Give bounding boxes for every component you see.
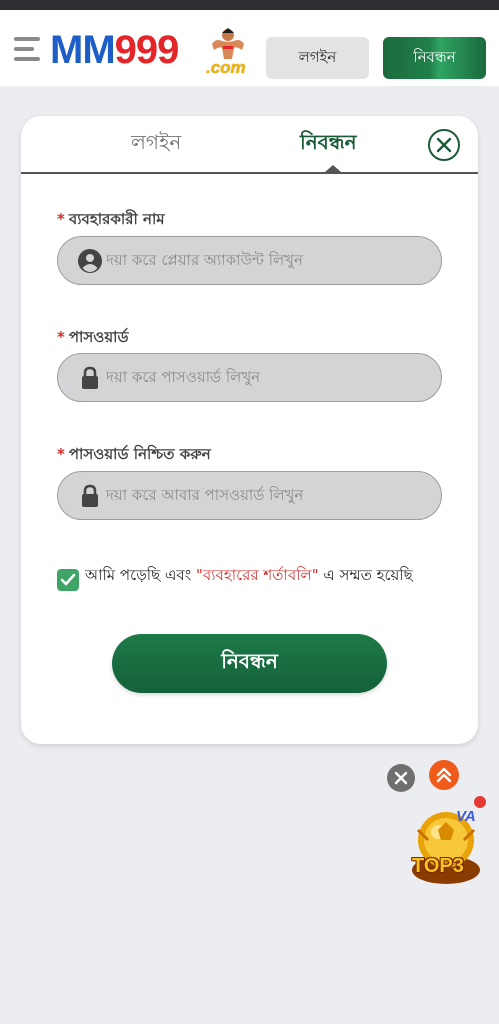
tab-register[interactable]: নিবন্ধন (300, 128, 357, 161)
terms-link[interactable]: "ব্যবহারের শর্তাবলি" (196, 566, 319, 584)
agreement-text: আমি পড়েছি এবং "ব্যবহারের শর্তাবলি" এ সম… (85, 566, 413, 584)
username-label: * ব্যবহারকারী নাম (57, 210, 165, 228)
confirm-password-input[interactable] (106, 472, 426, 518)
vip-label: VA (456, 808, 476, 825)
scroll-top-icon[interactable] (429, 760, 459, 790)
header-login-button[interactable]: লগইন (266, 37, 369, 79)
header-register-button[interactable]: নিবন্ধন (383, 37, 486, 79)
register-modal: লগইন নিবন্ধন *ব্যবহারকারী নাম *পাসওয়ার্… (21, 116, 478, 744)
password-input[interactable] (106, 354, 426, 400)
logo-wordmark: MM999 (50, 28, 179, 72)
logo-com: .com (206, 58, 246, 77)
status-bar (0, 0, 499, 10)
checkmark-icon (60, 573, 76, 586)
password-label: * পাসওয়ার্ড (57, 328, 129, 346)
close-float-icon[interactable] (387, 764, 415, 792)
close-icon[interactable] (428, 129, 460, 161)
top3-label: TOP3 (412, 855, 464, 877)
confirm-password-field[interactable] (57, 471, 442, 520)
register-submit-button[interactable]: নিবন্ধন (112, 634, 387, 693)
user-icon (78, 249, 102, 273)
header: MM999 .com লগইন নিবন্ধন (0, 10, 499, 86)
notification-dot (474, 796, 486, 808)
username-input[interactable] (106, 237, 426, 283)
agree-checkbox[interactable] (57, 569, 79, 591)
lock-icon (82, 484, 98, 507)
hamburger-menu-icon[interactable] (14, 37, 42, 61)
mascot-icon (212, 28, 244, 59)
top3-badge[interactable]: VA TOP3 (404, 796, 488, 886)
tab-divider (21, 172, 478, 174)
password-field[interactable] (57, 353, 442, 402)
logo[interactable]: MM999 .com (50, 24, 255, 77)
lock-icon (82, 366, 98, 389)
confirm-password-label: * পাসওয়ার্ড নিশ্চিত করুন (57, 445, 211, 463)
username-field[interactable] (57, 236, 442, 285)
active-tab-pointer (325, 165, 341, 172)
tab-login[interactable]: লগইন (131, 128, 181, 161)
